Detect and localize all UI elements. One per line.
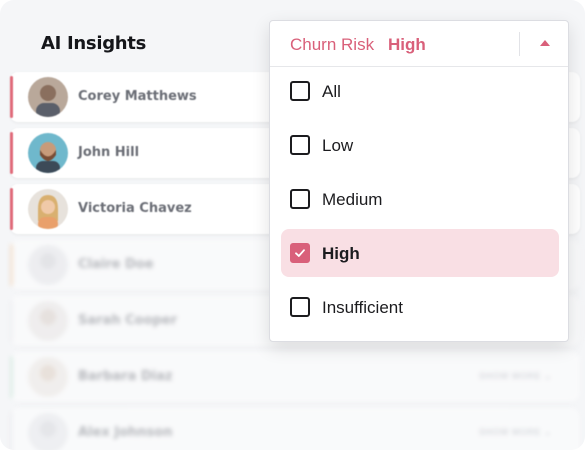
contact-row[interactable]: Barbara Diaz SHOW MORE ⌄ — [10, 352, 580, 402]
option-medium[interactable]: Medium — [281, 175, 559, 223]
checkbox-checked[interactable] — [290, 243, 310, 263]
caret-up-icon[interactable] — [540, 40, 550, 46]
contact-name: John Hill — [78, 145, 140, 160]
contact-name: Barbara Diaz — [78, 369, 173, 384]
option-label: Low — [322, 136, 354, 155]
checkmark-icon — [295, 249, 305, 257]
contact-name: Corey Matthews — [78, 89, 197, 104]
option-low[interactable]: Low — [281, 121, 559, 169]
filter-options: All Low Medium High Insufficient — [281, 67, 559, 337]
option-label: Insufficient — [322, 298, 403, 317]
checkbox[interactable] — [290, 189, 310, 209]
filter-label: Churn Risk — [290, 35, 375, 54]
avatar — [28, 357, 68, 397]
option-all[interactable]: All — [281, 67, 559, 115]
checkbox[interactable] — [290, 135, 310, 155]
contact-name: Claire Doe — [78, 257, 154, 272]
filter-selected-value: High — [388, 35, 426, 54]
divider — [519, 32, 520, 56]
show-more-link[interactable]: SHOW MORE ⌄ — [479, 371, 552, 382]
option-high[interactable]: High — [281, 229, 559, 277]
page-title: AI Insights — [41, 33, 147, 54]
option-label: High — [322, 244, 360, 263]
contact-row[interactable]: Alex Johnson SHOW MORE ⌄ — [10, 408, 580, 450]
option-label: All — [322, 82, 341, 101]
contact-name: Sarah Cooper — [78, 313, 178, 328]
avatar — [28, 133, 68, 173]
option-insufficient[interactable]: Insufficient — [281, 283, 559, 331]
churn-risk-dropdown: Churn Risk High All Low Medium High Insu… — [269, 20, 569, 342]
checkbox[interactable] — [290, 81, 310, 101]
avatar — [28, 77, 68, 117]
avatar — [28, 189, 68, 229]
contact-name: Victoria Chavez — [78, 201, 192, 216]
avatar — [28, 245, 68, 285]
show-more-link[interactable]: SHOW MORE ⌄ — [479, 427, 552, 438]
churn-risk-select[interactable]: Churn Risk High — [270, 21, 568, 67]
avatar — [28, 413, 68, 450]
avatar — [28, 301, 68, 341]
contact-name: Alex Johnson — [78, 425, 173, 440]
option-label: Medium — [322, 190, 383, 209]
checkbox[interactable] — [290, 297, 310, 317]
ai-insights-card: AI Insights Corey Matthews John Hill Vic… — [0, 0, 585, 450]
